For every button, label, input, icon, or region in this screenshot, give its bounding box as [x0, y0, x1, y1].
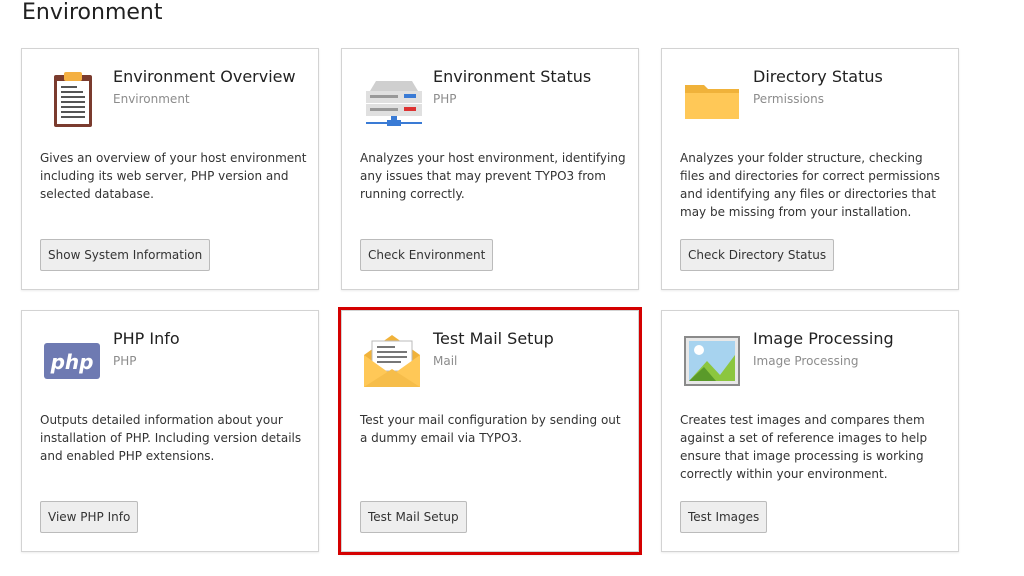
card-title: Environment Overview — [113, 67, 296, 86]
test-images-button[interactable]: Test Images — [680, 501, 768, 533]
view-php-info-button[interactable]: View PHP Info — [40, 501, 139, 533]
folder-icon — [682, 69, 742, 129]
card-subtitle: PHP — [433, 92, 457, 106]
card-environment-status: Environment Status PHP Analyzes your hos… — [341, 48, 639, 290]
card-description: Analyzes your folder structure, checking… — [680, 151, 941, 219]
page-title: Environment — [22, 0, 163, 25]
card-php-info: php PHP Info PHP Outputs detailed inform… — [21, 310, 319, 552]
card-title: Test Mail Setup — [433, 329, 554, 348]
show-system-information-button[interactable]: Show System Information — [40, 239, 211, 271]
card-title: Image Processing — [753, 329, 894, 348]
card-subtitle: Image Processing — [753, 354, 859, 368]
card-title: Directory Status — [753, 67, 883, 86]
card-description: Gives an overview of your host environme… — [40, 151, 307, 201]
card-description: Creates test images and compares them ag… — [680, 413, 928, 481]
php-logo-text: php — [50, 350, 94, 374]
card-description: Analyzes your host environment, identify… — [360, 151, 626, 201]
card-grid: Environment Overview Environment Gives a… — [21, 48, 963, 568]
check-directory-status-button[interactable]: Check Directory Status — [680, 239, 835, 271]
server-icon — [362, 69, 422, 129]
php-logo-icon: php — [42, 331, 102, 391]
card-subtitle: Mail — [433, 354, 458, 368]
card-subtitle: Permissions — [753, 92, 824, 106]
image-icon — [682, 331, 742, 391]
clipboard-icon — [42, 69, 102, 129]
card-subtitle: Environment — [113, 92, 190, 106]
card-test-mail-setup: Test Mail Setup Mail Test your mail conf… — [338, 307, 642, 555]
card-subtitle: PHP — [113, 354, 137, 368]
card-description: Outputs detailed information about your … — [40, 413, 302, 463]
card-environment-overview: Environment Overview Environment Gives a… — [21, 48, 319, 290]
envelope-icon — [362, 331, 422, 391]
card-image-processing: Image Processing Image Processing Create… — [661, 310, 959, 552]
test-mail-setup-button[interactable]: Test Mail Setup — [360, 501, 467, 533]
card-title: PHP Info — [113, 329, 180, 348]
card-description: Test your mail configuration by sending … — [360, 413, 621, 445]
card-title: Environment Status — [433, 67, 592, 86]
check-environment-button[interactable]: Check Environment — [360, 239, 494, 271]
card-directory-status: Directory Status Permissions Analyzes yo… — [661, 48, 959, 290]
